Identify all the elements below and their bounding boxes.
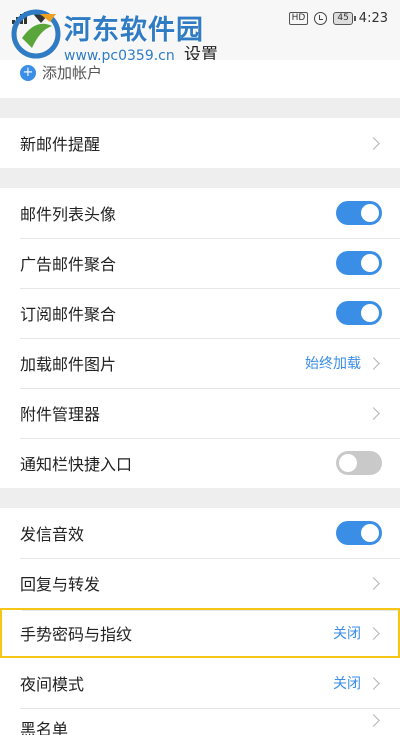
toggle-knob bbox=[361, 524, 379, 542]
row-label: 新邮件提醒 bbox=[20, 135, 101, 154]
settings-row-gesture-password[interactable]: 手势密码与指纹 关闭 bbox=[0, 608, 400, 658]
row-label: 邮件列表头像 bbox=[20, 205, 117, 224]
row-label: 加载邮件图片 bbox=[20, 355, 117, 374]
watermark-name: 河东软件园 bbox=[64, 15, 204, 46]
send-sound-toggle[interactable] bbox=[336, 521, 382, 545]
toggle-knob bbox=[339, 454, 357, 472]
row-label: 附件管理器 bbox=[20, 405, 101, 424]
row-right bbox=[367, 576, 382, 590]
row-label: 通知栏快捷入口 bbox=[20, 455, 133, 474]
list-avatar-toggle[interactable] bbox=[336, 201, 382, 225]
settings-row-night-mode[interactable]: 夜间模式 关闭 bbox=[0, 658, 400, 708]
alarm-icon bbox=[314, 11, 328, 25]
row-label: 夜间模式 bbox=[20, 675, 85, 694]
row-label: 广告邮件聚合 bbox=[20, 255, 117, 274]
row-right bbox=[367, 714, 382, 727]
toggle-knob bbox=[361, 204, 379, 222]
row-right bbox=[367, 136, 382, 150]
notification-shortcut-toggle[interactable] bbox=[336, 451, 382, 475]
settings-row-blacklist[interactable]: 黑名单 bbox=[0, 708, 400, 735]
hd-badge: HD bbox=[288, 11, 309, 25]
settings-row-new-mail-alert[interactable]: 新邮件提醒 bbox=[0, 118, 400, 168]
ad-aggregation-toggle[interactable] bbox=[336, 251, 382, 275]
chevron-right-icon bbox=[367, 136, 380, 150]
row-label: 回复与转发 bbox=[20, 575, 101, 594]
row-value: 始终加载 bbox=[305, 356, 361, 372]
row-value: 关闭 bbox=[333, 626, 361, 642]
settings-row-ad-aggregation: 广告邮件聚合 bbox=[0, 238, 400, 288]
chevron-right-icon bbox=[367, 714, 380, 727]
subscription-aggregation-toggle[interactable] bbox=[336, 301, 382, 325]
row-right: 始终加载 bbox=[305, 353, 382, 373]
row-value: 关闭 bbox=[333, 676, 361, 692]
watermark-url: www.pc0359.cn bbox=[64, 48, 175, 64]
battery-icon: 45 bbox=[333, 11, 357, 25]
settings-row-attachment-manager[interactable]: 附件管理器 bbox=[0, 388, 400, 438]
chevron-right-icon bbox=[367, 626, 380, 640]
row-right bbox=[367, 406, 382, 420]
toggle-knob bbox=[361, 254, 379, 272]
section-gap bbox=[0, 488, 400, 508]
settings-row-load-images[interactable]: 加载邮件图片 始终加载 bbox=[0, 338, 400, 388]
row-label: 发信音效 bbox=[20, 525, 85, 544]
settings-row-reply-forward[interactable]: 回复与转发 bbox=[0, 558, 400, 608]
row-right: 关闭 bbox=[333, 673, 382, 693]
settings-row-list-avatar: 邮件列表头像 bbox=[0, 188, 400, 238]
chevron-right-icon bbox=[367, 676, 380, 690]
row-label: 黑名单 bbox=[20, 720, 69, 735]
settings-row-subscription-aggregation: 订阅邮件聚合 bbox=[0, 288, 400, 338]
clock: 4:23 bbox=[358, 10, 388, 26]
chevron-right-icon bbox=[367, 406, 380, 420]
row-right: 关闭 bbox=[333, 623, 382, 643]
settings-row-notification-shortcut: 通知栏快捷入口 bbox=[0, 438, 400, 488]
row-label: 订阅邮件聚合 bbox=[20, 305, 117, 324]
settings-row-send-sound: 发信音效 bbox=[0, 508, 400, 558]
status-bar-right: HD 45 4:23 bbox=[288, 10, 388, 26]
settings-list: 新邮件提醒 邮件列表头像 广告邮件聚合 订阅邮件聚合 加载邮件图片 始终加载 附… bbox=[0, 118, 400, 735]
toggle-knob bbox=[361, 304, 379, 322]
watermark: 河东软件园 www.pc0359.cn bbox=[6, 6, 266, 70]
chevron-right-icon bbox=[367, 576, 380, 590]
row-label: 手势密码与指纹 bbox=[20, 625, 133, 644]
chevron-right-icon bbox=[367, 356, 380, 370]
watermark-logo-icon bbox=[11, 9, 61, 59]
section-gap bbox=[0, 168, 400, 188]
